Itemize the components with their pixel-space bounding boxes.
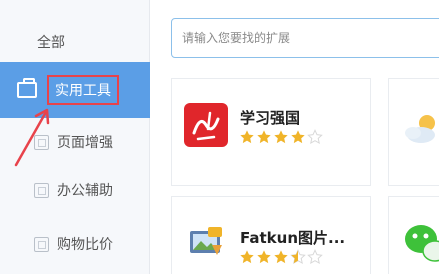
sidebar-item-tools[interactable]: 实用工具 [0, 62, 150, 118]
extension-card[interactable]: 学习强国 [171, 78, 371, 186]
image-download-icon [190, 227, 222, 255]
briefcase-icon [17, 78, 37, 98]
rating-stars [239, 249, 323, 265]
sidebar-item-label: 购物比价 [57, 237, 113, 253]
category-sidebar: 全部 实用工具 页面增强 办公辅助 购物比价 [0, 0, 150, 274]
sidebar-item-office[interactable]: 办公辅助 [0, 162, 150, 218]
wechat-icon [405, 225, 439, 262]
shopping-icon [34, 236, 49, 252]
star-half-icon [290, 249, 306, 265]
page-icon [34, 134, 49, 150]
star-empty-icon [307, 249, 323, 265]
xuexi-logo-icon [184, 103, 228, 147]
star-full-icon [274, 130, 288, 144]
sidebar-item-label: 页面增强 [57, 135, 113, 151]
star-empty-icon [307, 129, 323, 145]
extension-name: Fatkun图片... [240, 229, 346, 247]
star-full-icon [274, 250, 288, 264]
office-icon [34, 182, 49, 198]
extension-card[interactable] [388, 78, 439, 186]
sidebar-item-label: 全部 [37, 35, 65, 51]
rating-stars [239, 129, 323, 145]
sidebar-item-label: 办公辅助 [57, 183, 113, 199]
sidebar-item-shopping[interactable]: 购物比价 [0, 216, 150, 272]
star-full-icon [291, 130, 305, 144]
sidebar-item-label: 实用工具 [47, 75, 119, 105]
star-full-icon [257, 250, 271, 264]
weather-icon [405, 115, 435, 143]
extension-store: 全部 实用工具 页面增强 办公辅助 购物比价 请输入您要找的扩展 学习强国 Fa… [0, 0, 439, 274]
star-full-icon [240, 250, 254, 264]
extension-card[interactable]: Fatkun图片... [171, 196, 371, 274]
extension-card[interactable] [388, 196, 439, 274]
search-input[interactable] [171, 18, 439, 58]
star-full-icon [240, 130, 254, 144]
star-full-icon [257, 130, 271, 144]
extension-name: 学习强国 [240, 109, 301, 127]
